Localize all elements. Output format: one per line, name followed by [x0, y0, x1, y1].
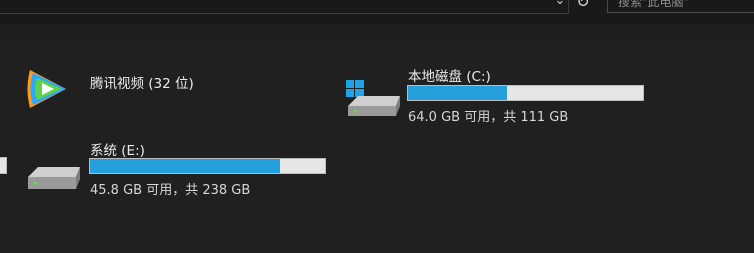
search-input[interactable] — [616, 0, 750, 11]
tencent-video-icon — [27, 70, 66, 108]
drive-name: 本地磁盘 (C:) — [408, 69, 491, 85]
refresh-button[interactable]: ↻ — [574, 0, 592, 11]
offscreen-drive-bar — [0, 157, 7, 174]
drive-usage-bar — [407, 85, 644, 101]
drive-usage-fill — [90, 159, 280, 173]
drive-usage-fill — [408, 86, 508, 100]
drive-free-space: 64.0 GB 可用，共 111 GB — [408, 110, 569, 125]
windows-drive-icon — [346, 80, 400, 116]
hard-drive-icon — [28, 167, 80, 189]
drive-name: 系统 (E:) — [90, 143, 145, 159]
toolbar: ⌄ ↻ — [0, 0, 754, 24]
app-name: 腾讯视频 (32 位) — [90, 76, 194, 92]
address-bar[interactable]: ⌄ — [0, 0, 569, 14]
toolbar-gap — [0, 24, 754, 46]
chevron-down-icon[interactable]: ⌄ — [553, 0, 567, 8]
drive-tile-e[interactable]: 系统 (E:) 45.8 GB 可用，共 238 GB — [22, 137, 332, 199]
refresh-icon: ↻ — [576, 0, 590, 11]
drive-usage-bar — [89, 158, 326, 174]
search-box[interactable] — [607, 0, 754, 13]
drive-free-space: 45.8 GB 可用，共 238 GB — [90, 183, 251, 198]
drive-tile-c[interactable]: 本地磁盘 (C:) 64.0 GB 可用，共 111 GB — [340, 62, 650, 125]
app-tile-tencent-video[interactable]: 腾讯视频 (32 位) — [20, 62, 240, 118]
